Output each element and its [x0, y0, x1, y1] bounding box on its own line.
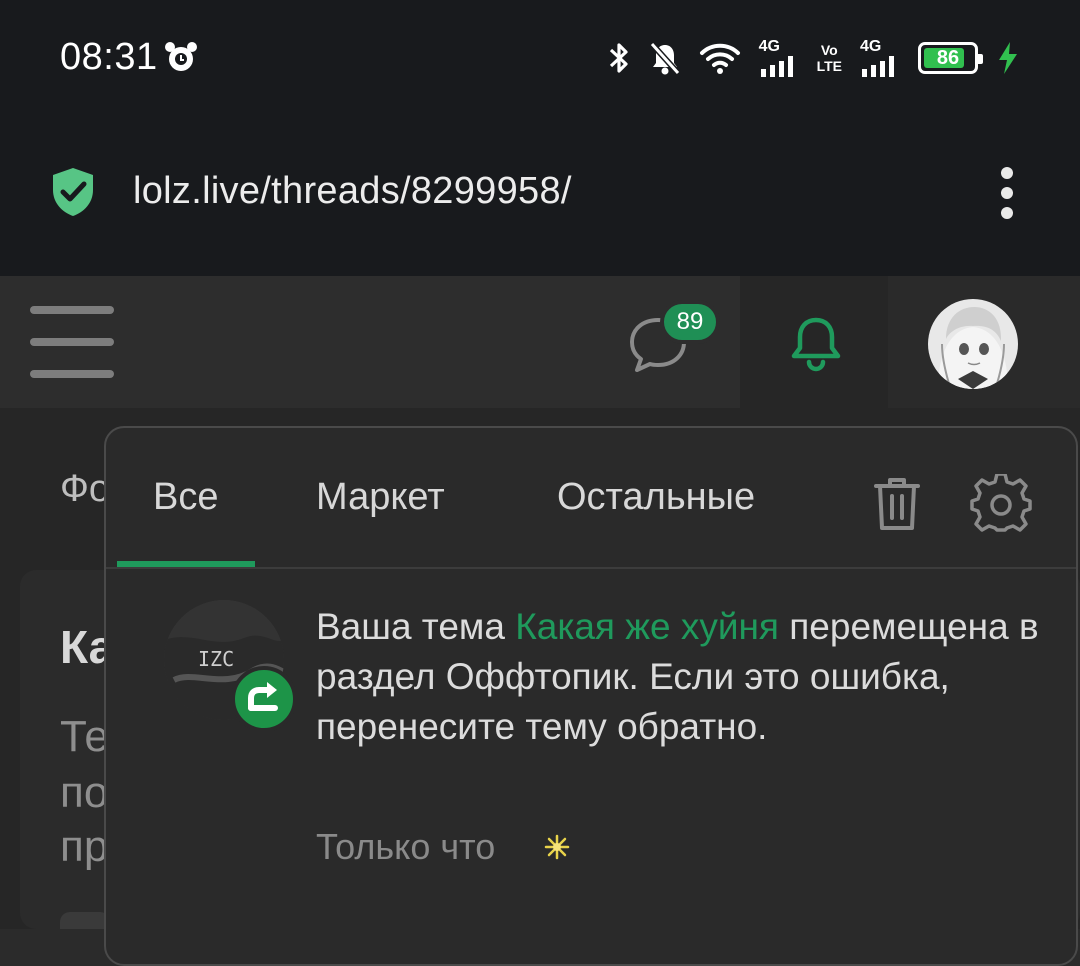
address-bar-url[interactable]: lolz.live/threads/8299958/: [133, 170, 572, 213]
tab-other[interactable]: Остальные: [557, 476, 755, 519]
bell-icon[interactable]: [786, 312, 846, 372]
volte-bottom: LTE: [816, 58, 842, 74]
wifi-icon: [699, 43, 740, 74]
kebab-dot: [1001, 187, 1013, 199]
alarm-icon: [165, 42, 197, 71]
bluetooth-icon: [609, 43, 628, 73]
browser-menu-button[interactable]: [994, 165, 1022, 221]
signal-bars-icon: [862, 56, 894, 77]
kebab-dot: [1001, 207, 1013, 219]
signal-1: 4G: [759, 39, 799, 77]
volte-top: Vo: [820, 42, 838, 58]
bg-line-1: Те: [60, 712, 109, 761]
hamburger-line: [30, 370, 114, 378]
thread-link[interactable]: Какая же хуйня: [515, 606, 779, 647]
status-icons: 4G Vo LTE 4G 86: [607, 38, 1020, 78]
messages-count-badge: 89: [660, 300, 720, 344]
charging-bolt-icon: [999, 42, 1017, 74]
network-type-label-2: 4G: [860, 38, 882, 55]
secure-shield-icon[interactable]: [50, 166, 96, 218]
notification-prefix: Ваша тема: [316, 606, 516, 647]
hamburger-menu-button[interactable]: [30, 306, 114, 378]
tab-all[interactable]: Все: [153, 476, 218, 519]
notification-time: Только что: [316, 826, 496, 867]
battery-indicator: 86: [918, 42, 983, 74]
hamburger-line: [30, 338, 114, 346]
active-tab-indicator: [117, 561, 255, 567]
network-type-label: 4G: [758, 38, 780, 55]
kebab-dot: [1001, 167, 1013, 179]
user-avatar[interactable]: [928, 299, 1018, 389]
new-sparkle-icon: [544, 834, 570, 860]
bell-off-icon: [649, 41, 680, 76]
battery-cap: [978, 54, 983, 64]
status-clock: 08:31: [60, 36, 158, 78]
signal-2: 4G: [860, 39, 900, 77]
bg-breadcrumb: Фо: [60, 468, 111, 510]
notification-message[interactable]: Ваша тема Какая же хуйня перемещена в ра…: [316, 602, 1056, 752]
trash-icon[interactable]: [872, 474, 922, 534]
gear-icon[interactable]: [970, 474, 1032, 536]
hamburger-line: [30, 306, 114, 314]
bg-line-2: по: [60, 768, 109, 817]
avatar-text: IZC: [198, 647, 234, 671]
avatar-image: [928, 299, 1018, 389]
tabs-divider: [106, 567, 1076, 569]
battery-percent: 86: [936, 46, 960, 69]
signal-bars-icon: [760, 56, 793, 77]
bg-button-edge: [60, 912, 110, 929]
move-arrow-icon: [231, 666, 297, 732]
tab-market[interactable]: Маркет: [316, 476, 445, 519]
volte-indicator: Vo LTE: [817, 42, 842, 74]
bg-line-3: пр: [60, 822, 109, 871]
